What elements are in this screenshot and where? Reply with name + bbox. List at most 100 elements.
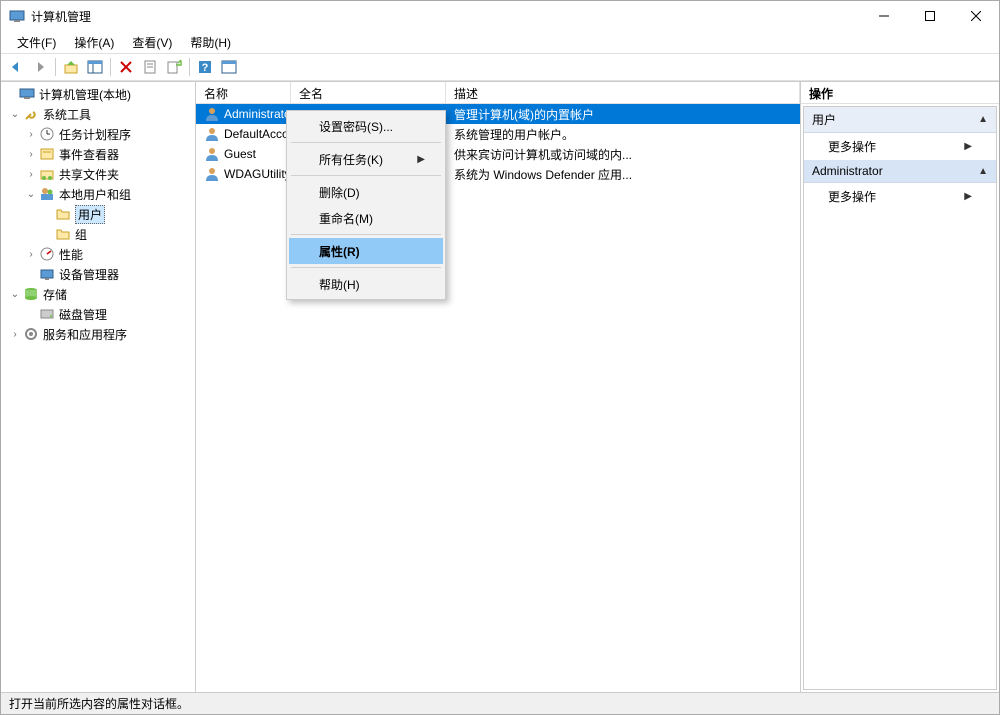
cell-text: DefaultAccount — [224, 127, 291, 141]
context-all-tasks[interactable]: 所有任务(K)▶ — [289, 146, 443, 172]
toolbar-separator — [110, 58, 111, 76]
col-name[interactable]: 名称 — [196, 82, 291, 103]
tree-label: 事件查看器 — [59, 146, 123, 163]
context-set-password[interactable]: 设置密码(S)... — [289, 113, 443, 139]
context-rename[interactable]: 重命名(M) — [289, 205, 443, 231]
col-description[interactable]: 描述 — [446, 82, 800, 103]
computer-management-window: 计算机管理 文件(F) 操作(A) 查看(V) 帮助(H) ? — [0, 0, 1000, 715]
minimize-button[interactable] — [861, 1, 907, 31]
tree-storage[interactable]: ⌄ 存储 — [1, 284, 195, 304]
maximize-button[interactable] — [907, 1, 953, 31]
close-button[interactable] — [953, 1, 999, 31]
forward-button[interactable] — [29, 56, 51, 78]
cell-text: Guest — [224, 147, 256, 161]
actions-item-label: 更多操作 — [828, 138, 876, 155]
cell-name: Administrator — [196, 106, 291, 122]
help-button[interactable]: ? — [194, 56, 216, 78]
actions-item-label: 更多操作 — [828, 188, 876, 205]
tree-root[interactable]: 计算机管理(本地) — [1, 84, 195, 104]
cell-name: WDAGUtilityAccount — [196, 166, 291, 182]
actions-group-label: 用户 — [812, 111, 836, 128]
tree-label: 性能 — [59, 246, 87, 263]
tree-local-users-groups[interactable]: ⌄ 本地用户和组 — [1, 184, 195, 204]
chevron-up-icon: ▲ — [978, 114, 988, 125]
back-button[interactable] — [5, 56, 27, 78]
context-separator — [291, 234, 441, 235]
show-hide-tree-button[interactable] — [84, 56, 106, 78]
chevron-right-icon: ▶ — [964, 191, 972, 202]
tree-event-viewer[interactable]: › 事件查看器 — [1, 144, 195, 164]
context-separator — [291, 175, 441, 176]
delete-button[interactable] — [115, 56, 137, 78]
statusbar-text: 打开当前所选内容的属性对话框。 — [9, 695, 189, 712]
menu-view[interactable]: 查看(V) — [124, 32, 180, 53]
actions-group-administrator[interactable]: Administrator ▲ — [804, 160, 996, 183]
context-label: 属性(R) — [319, 243, 360, 260]
expander-icon[interactable]: › — [7, 329, 23, 340]
tree-performance[interactable]: › 性能 — [1, 244, 195, 264]
menu-help[interactable]: 帮助(H) — [182, 32, 239, 53]
cell-name: Guest — [196, 146, 291, 162]
expander-icon[interactable]: › — [23, 129, 39, 140]
tree-label: 设备管理器 — [59, 266, 123, 283]
chevron-right-icon: ▶ — [964, 141, 972, 152]
tree-shared-folders[interactable]: › 共享文件夹 — [1, 164, 195, 184]
expander-icon[interactable]: ⌄ — [23, 189, 39, 200]
context-label: 删除(D) — [319, 184, 360, 201]
menu-action[interactable]: 操作(A) — [66, 32, 122, 53]
tree-services-apps[interactable]: › 服务和应用程序 — [1, 324, 195, 344]
tree-label: 服务和应用程序 — [43, 326, 131, 343]
context-delete[interactable]: 删除(D) — [289, 179, 443, 205]
tree-groups[interactable]: 组 — [1, 224, 195, 244]
actions-title: 操作 — [801, 82, 999, 104]
tree-system-tools[interactable]: ⌄ 系统工具 — [1, 104, 195, 124]
expander-icon[interactable]: › — [23, 149, 39, 160]
event-icon — [39, 146, 55, 162]
expander-icon[interactable]: ⌄ — [7, 289, 23, 300]
actions-more-2[interactable]: 更多操作 ▶ — [804, 183, 996, 210]
toolbar-separator — [55, 58, 56, 76]
computer-icon — [19, 86, 35, 102]
context-properties[interactable]: 属性(R) — [289, 238, 443, 264]
user-icon — [204, 146, 220, 162]
tree-label: 任务计划程序 — [59, 126, 135, 143]
tree-label: 系统工具 — [43, 106, 95, 123]
context-menu: 设置密码(S)... 所有任务(K)▶ 删除(D) 重命名(M) 属性(R) 帮… — [286, 110, 446, 300]
window-title: 计算机管理 — [31, 8, 861, 25]
user-icon — [204, 106, 220, 122]
user-icon — [204, 126, 220, 142]
svg-text:?: ? — [202, 62, 209, 74]
expander-icon[interactable]: › — [23, 249, 39, 260]
tree-disk-management[interactable]: 磁盘管理 — [1, 304, 195, 324]
clock-icon — [39, 126, 55, 142]
tree-label: 用户 — [75, 205, 105, 224]
tree-device-manager[interactable]: 设备管理器 — [1, 264, 195, 284]
tree-users[interactable]: 用户 — [1, 204, 195, 224]
console-tree[interactable]: 计算机管理(本地) ⌄ 系统工具 › 任务计划程序 › 事件查看器 › 共享文件… — [1, 82, 196, 692]
storage-icon — [23, 286, 39, 302]
tree-task-scheduler[interactable]: › 任务计划程序 — [1, 124, 195, 144]
context-separator — [291, 142, 441, 143]
content-area: 计算机管理(本地) ⌄ 系统工具 › 任务计划程序 › 事件查看器 › 共享文件… — [1, 81, 999, 692]
folder-icon — [55, 226, 71, 242]
context-help[interactable]: 帮助(H) — [289, 271, 443, 297]
export-button[interactable] — [163, 56, 185, 78]
tools-icon — [23, 106, 39, 122]
up-button[interactable] — [60, 56, 82, 78]
menu-file[interactable]: 文件(F) — [9, 32, 64, 53]
toolbar-separator — [189, 58, 190, 76]
actions-group-label: Administrator — [812, 164, 883, 178]
expander-icon[interactable]: › — [23, 169, 39, 180]
expander-icon[interactable]: ⌄ — [7, 109, 23, 120]
col-fullname[interactable]: 全名 — [291, 82, 446, 103]
users-icon — [39, 186, 55, 202]
cell-description: 系统管理的用户帐户。 — [446, 126, 800, 143]
actions-group-users[interactable]: 用户 ▲ — [804, 107, 996, 133]
statusbar: 打开当前所选内容的属性对话框。 — [1, 692, 999, 714]
device-icon — [39, 266, 55, 282]
list-view-button[interactable] — [218, 56, 240, 78]
actions-more-1[interactable]: 更多操作 ▶ — [804, 133, 996, 160]
cell-description: 系统为 Windows Defender 应用... — [446, 166, 800, 183]
properties-button[interactable] — [139, 56, 161, 78]
shared-folder-icon — [39, 166, 55, 182]
